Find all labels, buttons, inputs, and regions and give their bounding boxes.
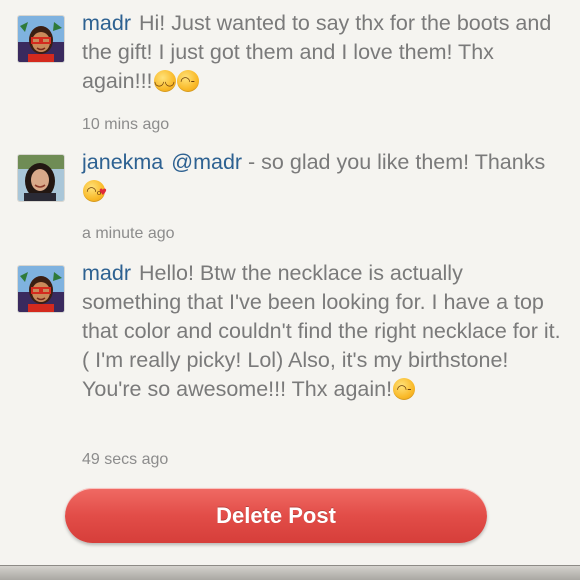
username-link[interactable]: janekma xyxy=(82,150,163,174)
timestamp: 49 secs ago xyxy=(82,451,169,468)
bottom-toolbar-edge xyxy=(0,565,580,580)
comment-body: madr Hi! Just wanted to say thx for the b… xyxy=(82,9,562,96)
smiling-blush-emoji-icon: ◡◡ xyxy=(153,70,176,92)
username-link[interactable]: madr xyxy=(82,11,131,35)
comment-body: janekma @madr - so glad you like them! Th… xyxy=(82,148,562,206)
avatar[interactable] xyxy=(18,266,64,312)
mention-link[interactable]: @madr xyxy=(171,150,242,174)
avatar[interactable] xyxy=(18,155,64,201)
avatar[interactable] xyxy=(18,16,64,62)
timestamp: 10 mins ago xyxy=(82,116,170,133)
comment-text: Hi! Just wanted to say thx for the boots… xyxy=(82,11,552,93)
wink-emoji-icon: ◠- xyxy=(176,70,199,92)
timestamp: a minute ago xyxy=(82,225,175,242)
comment-text: - so glad you like them! Thanks xyxy=(242,150,546,174)
comment-text: Hello! Btw the necklace is actually some… xyxy=(82,261,561,401)
comment-body: madr Hello! Btw the necklace is actually … xyxy=(82,259,562,404)
delete-post-button[interactable]: Delete Post xyxy=(65,488,487,543)
kiss-emoji-icon: ◠ₒ ♥ xyxy=(83,180,107,202)
username-link[interactable]: madr xyxy=(82,261,131,285)
wink-emoji-icon: ◠- xyxy=(393,378,416,400)
